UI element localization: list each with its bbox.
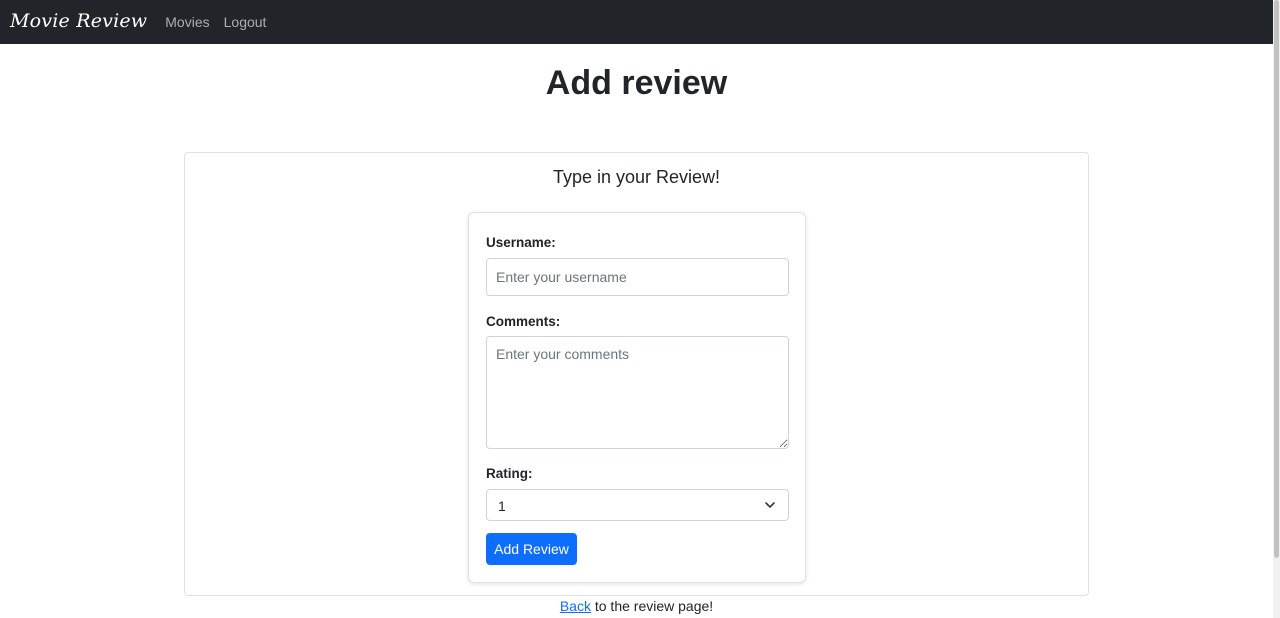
footer-text: to the review page!: [590, 598, 714, 614]
rating-label: Rating:: [486, 466, 533, 481]
comments-label: Comments:: [486, 314, 561, 329]
username-input[interactable]: [486, 258, 789, 296]
top-navbar: Movie Review Movies Logout: [0, 0, 1273, 44]
scrollbar-thumb[interactable]: [1274, 0, 1279, 558]
nav-link-movies[interactable]: Movies: [165, 14, 209, 30]
username-label: Username:: [486, 235, 556, 250]
nav-link-logout[interactable]: Logout: [224, 14, 267, 30]
footer-back-line: Back to the review page!: [0, 598, 1273, 614]
chevron-down-icon: [765, 502, 775, 508]
brand-logo[interactable]: Movie Review: [10, 10, 147, 32]
add-review-button[interactable]: Add Review: [486, 533, 577, 565]
rating-select[interactable]: 1: [486, 489, 789, 521]
comments-textarea[interactable]: [486, 336, 789, 449]
review-form: Username: Comments: Rating: 1 Add Review: [468, 212, 806, 583]
review-card: Type in your Review! Username: Comments:…: [184, 152, 1089, 596]
rating-selected-value: 1: [498, 498, 506, 514]
page-scrollbar[interactable]: [1273, 0, 1280, 618]
card-heading: Type in your Review!: [552, 167, 721, 187]
page-title: Add review: [545, 64, 728, 102]
back-link[interactable]: Back: [560, 598, 591, 614]
